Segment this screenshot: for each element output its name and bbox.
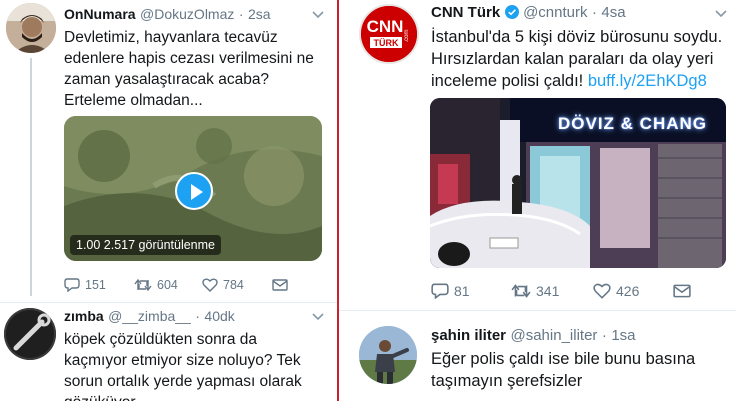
wrench-photo-icon: [4, 308, 56, 360]
tweet-text-line: Eğer polis çaldı ise bile bunu basına: [431, 350, 696, 368]
person-photo-icon: [359, 326, 417, 384]
tweet-header: OnNumara @DokuzOlmaz · 2sa: [64, 6, 271, 24]
like-action[interactable]: 784: [202, 278, 272, 292]
display-name[interactable]: CNN Türk: [431, 4, 500, 21]
display-name[interactable]: şahin iliter: [431, 327, 506, 344]
dm-action[interactable]: [272, 278, 288, 291]
envelope-icon: [673, 284, 691, 297]
user-handle[interactable]: @cnnturk: [523, 4, 587, 21]
retweet-action[interactable]: 341: [511, 283, 593, 299]
zimba-avatar[interactable]: [4, 308, 56, 360]
tweet-text-line: zaman yasalaştıracak acaba?: [64, 71, 270, 88]
cnn-turk-logo-icon: CNN TÜRK .com: [361, 6, 417, 62]
dm-action[interactable]: [673, 284, 691, 298]
news-photo[interactable]: DÖVIZ & CHANG: [430, 98, 726, 268]
person-photo-icon: [6, 3, 56, 53]
heart-icon: [202, 278, 218, 292]
reply-count: 151: [85, 277, 106, 292]
tweet-text-line: Hırsızlardan kalan paraları da olay yeri: [431, 50, 714, 68]
user-handle[interactable]: @sahin_iliter: [510, 327, 597, 344]
cnn-turk-avatar[interactable]: CNN TÜRK .com: [359, 4, 419, 64]
heart-icon: [593, 283, 611, 299]
onnumara-avatar[interactable]: [6, 3, 56, 53]
tweet-actions: 81 341 426: [431, 282, 691, 299]
reply-count: 81: [454, 282, 470, 299]
tweet-actions: 151 604 784: [64, 277, 288, 292]
tweet-text-line: inceleme polisi çaldı! buff.ly/2EhKDg8: [431, 70, 733, 92]
tweet-text: köpek çözüldükten sonra da kaçmıyor etmi…: [64, 329, 336, 401]
separator-dot: ·: [601, 327, 607, 344]
tweet-separator: [0, 302, 337, 303]
logo-text: CNN: [367, 17, 404, 36]
tweet-header: zımba @__zimba__ · 40dk: [64, 308, 235, 326]
tweet-text-line: Devletimiz, hayvanlara tecavüz: [64, 29, 278, 46]
tweet-timestamp[interactable]: 40dk: [204, 308, 234, 324]
tweet-text-line: İstanbul'da 5 kişi döviz bürosunu soydu.: [431, 28, 723, 46]
reply-action[interactable]: 151: [64, 277, 134, 292]
tweet-separator: [339, 310, 736, 311]
left-screenshot-panel: OnNumara @DokuzOlmaz · 2sa Devletimiz, h…: [0, 0, 337, 401]
reply-icon: [431, 283, 449, 299]
user-handle[interactable]: @__zimba__: [108, 308, 191, 324]
verified-badge-icon: [504, 5, 519, 19]
chevron-down-icon[interactable]: [312, 313, 324, 321]
thread-line: [30, 58, 32, 296]
tweet-timestamp[interactable]: 2sa: [248, 6, 271, 22]
user-handle[interactable]: @DokuzOlmaz: [140, 6, 234, 22]
tweet-text: Devletimiz, hayvanlara tecavüz edenlere …: [64, 27, 334, 111]
tweet-text-segment: inceleme polisi çaldı!: [431, 72, 588, 90]
video-view-count: 1.00 2.517 görüntülenme: [70, 235, 221, 255]
retweet-icon: [511, 283, 531, 298]
tweet-text: İstanbul'da 5 kişi döviz bürosunu soydu.…: [431, 26, 733, 92]
chevron-down-icon[interactable]: [715, 10, 727, 18]
tweet-text-line: taşımayın şerefsizler: [431, 372, 583, 390]
tweet-link[interactable]: buff.ly/2EhKDg8: [588, 72, 707, 90]
chevron-down-icon[interactable]: [312, 11, 324, 19]
separator-dot: ·: [591, 4, 597, 21]
video-player[interactable]: 1.00 2.517 görüntülenme: [64, 116, 322, 261]
reply-action[interactable]: 81: [431, 282, 511, 299]
separator-dot: ·: [238, 6, 244, 22]
sahin-iliter-avatar[interactable]: [359, 326, 417, 384]
envelope-icon: [272, 278, 288, 291]
tweet-text: Eğer polis çaldı ise bile bunu basına ta…: [431, 348, 731, 392]
play-button[interactable]: [175, 172, 213, 210]
separator-dot: ·: [195, 308, 200, 324]
tweet-header: CNN Türk @cnnturk · 4sa: [431, 4, 626, 22]
display-name[interactable]: OnNumara: [64, 6, 136, 22]
tweet-timestamp[interactable]: 4sa: [601, 4, 625, 21]
like-action[interactable]: 426: [593, 283, 673, 299]
tweet-header: şahin iliter @sahin_iliter · 1sa: [431, 327, 636, 345]
logo-subtext: TÜRK: [374, 38, 399, 48]
tweet-text-line: köpek çözüldükten sonra da: [64, 331, 258, 348]
store-sign-text: DÖVIZ & CHANG: [558, 114, 707, 133]
like-count: 426: [616, 282, 640, 299]
tweet-text-line: kaçmıyor etmiyor size noluyo? Tek: [64, 352, 301, 369]
logo-com-text: .com: [404, 29, 410, 42]
retweet-icon: [134, 278, 152, 291]
like-count: 784: [223, 277, 244, 292]
tweet-text-line: edenlere hapis cezası verilmesini ne: [64, 50, 314, 67]
right-screenshot-panel: CNN TÜRK .com CNN Türk @cnnturk · 4sa İs…: [339, 0, 736, 401]
reply-icon: [64, 278, 80, 292]
tweet-timestamp[interactable]: 1sa: [611, 327, 635, 344]
tweet-text-line: gözüküyor: [64, 392, 336, 401]
display-name[interactable]: zımba: [64, 308, 104, 324]
tweet-text-line: sorun ortalık yerde yapması olarak: [64, 373, 302, 390]
retweet-action[interactable]: 604: [134, 278, 202, 292]
retweet-count: 341: [536, 282, 560, 299]
retweet-count: 604: [157, 277, 178, 292]
tweet-text-line: Erteleme olmadan...: [64, 92, 203, 109]
